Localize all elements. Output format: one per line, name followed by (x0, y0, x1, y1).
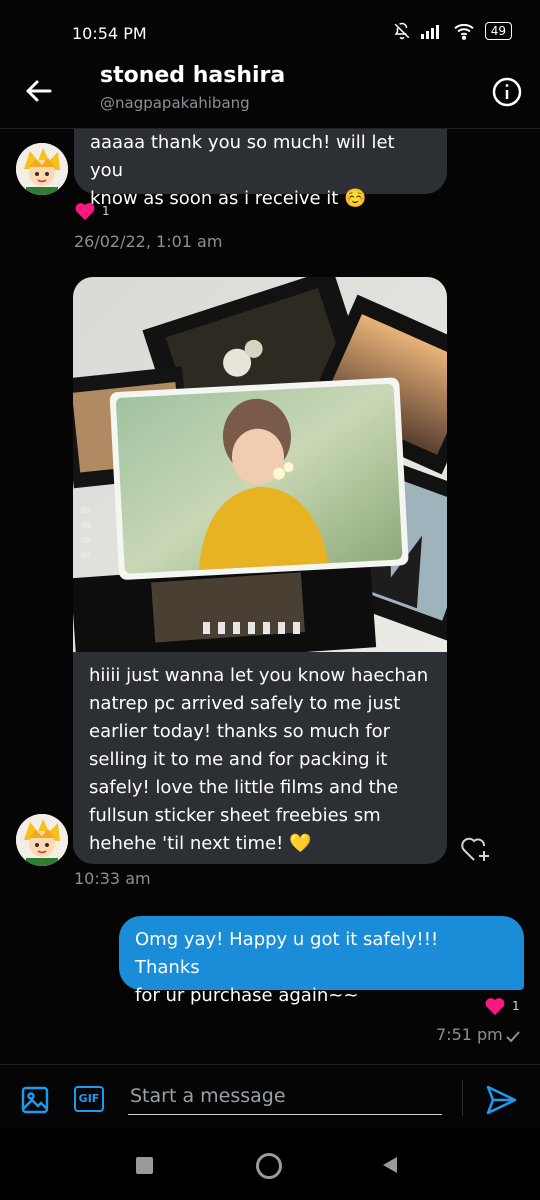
add-reaction-icon[interactable] (460, 835, 492, 863)
read-check-icon (506, 1031, 520, 1043)
conversation-title: stoned hashira (100, 63, 286, 88)
message-text-line: hehehe 'til next time! 💛 (89, 833, 312, 854)
message-bubble-incoming[interactable]: hiiii just wanna let you know haechan na… (73, 277, 447, 864)
status-time: 10:54 PM (72, 24, 147, 43)
heart-icon (485, 998, 505, 1016)
signal-icon (420, 25, 439, 39)
battery-indicator: 49 (484, 22, 512, 40)
message-text: hiiii just wanna let you know haechan na… (73, 652, 447, 858)
message-text-line: aaaaa thank you so much! will let you (90, 132, 395, 181)
message-text-line: Omg yay! Happy u got it safely!!! Thanks (135, 929, 439, 978)
attached-photo[interactable] (73, 277, 447, 652)
message-text-line: earlier today! thanks so much for (89, 721, 391, 742)
image-icon[interactable] (20, 1085, 50, 1115)
message-timestamp: 7:51 pm (436, 1025, 503, 1044)
reaction-count: 1 (512, 999, 520, 1013)
back-arrow-icon[interactable] (22, 74, 56, 108)
recent-apps-icon[interactable] (136, 1157, 153, 1174)
avatar-image (16, 143, 68, 195)
message-text-line: natrep pc arrived safely to me just (89, 693, 401, 714)
message-bubble-incoming[interactable]: aaaaa thank you so much! will let you kn… (74, 129, 447, 209)
back-triangle-icon[interactable] (380, 1155, 400, 1175)
reaction-badge[interactable]: 1 (74, 201, 110, 221)
message-text-line: for ur purchase again~~ (135, 985, 359, 1006)
reaction-badge[interactable]: 1 (484, 996, 520, 1016)
heart-icon (75, 203, 95, 221)
avatar[interactable] (16, 143, 68, 195)
reaction-count: 1 (102, 204, 110, 218)
conversation-handle: @nagpapakahibang (100, 94, 250, 112)
message-text-line: selling it to me and for packing it (89, 749, 388, 770)
message-timestamp: 26/02/22, 1:01 am (74, 232, 223, 251)
info-icon[interactable] (491, 76, 523, 108)
wifi-icon (454, 23, 474, 40)
avatar[interactable] (16, 814, 68, 866)
message-bubble-outgoing[interactable]: Omg yay! Happy u got it safely!!! Thanks… (119, 916, 524, 1006)
message-text-line: hiiii just wanna let you know haechan (89, 665, 429, 686)
message-text-line: know as soon as i receive it ☺️ (90, 188, 367, 209)
gif-button[interactable]: GIF (74, 1086, 104, 1112)
status-icons: 49 (393, 22, 512, 40)
composer-divider (0, 1064, 540, 1065)
composer-separator (462, 1080, 463, 1116)
bell-off-icon (394, 22, 409, 40)
message-text-line: fullsun sticker sheet freebies sm (89, 805, 381, 826)
message-input[interactable] (128, 1078, 442, 1115)
home-icon[interactable] (256, 1153, 282, 1179)
send-icon[interactable] (484, 1083, 518, 1117)
message-text-line: safely! love the little films and the (89, 777, 399, 798)
message-timestamp: 10:33 am (74, 869, 151, 888)
avatar-image (16, 814, 68, 866)
